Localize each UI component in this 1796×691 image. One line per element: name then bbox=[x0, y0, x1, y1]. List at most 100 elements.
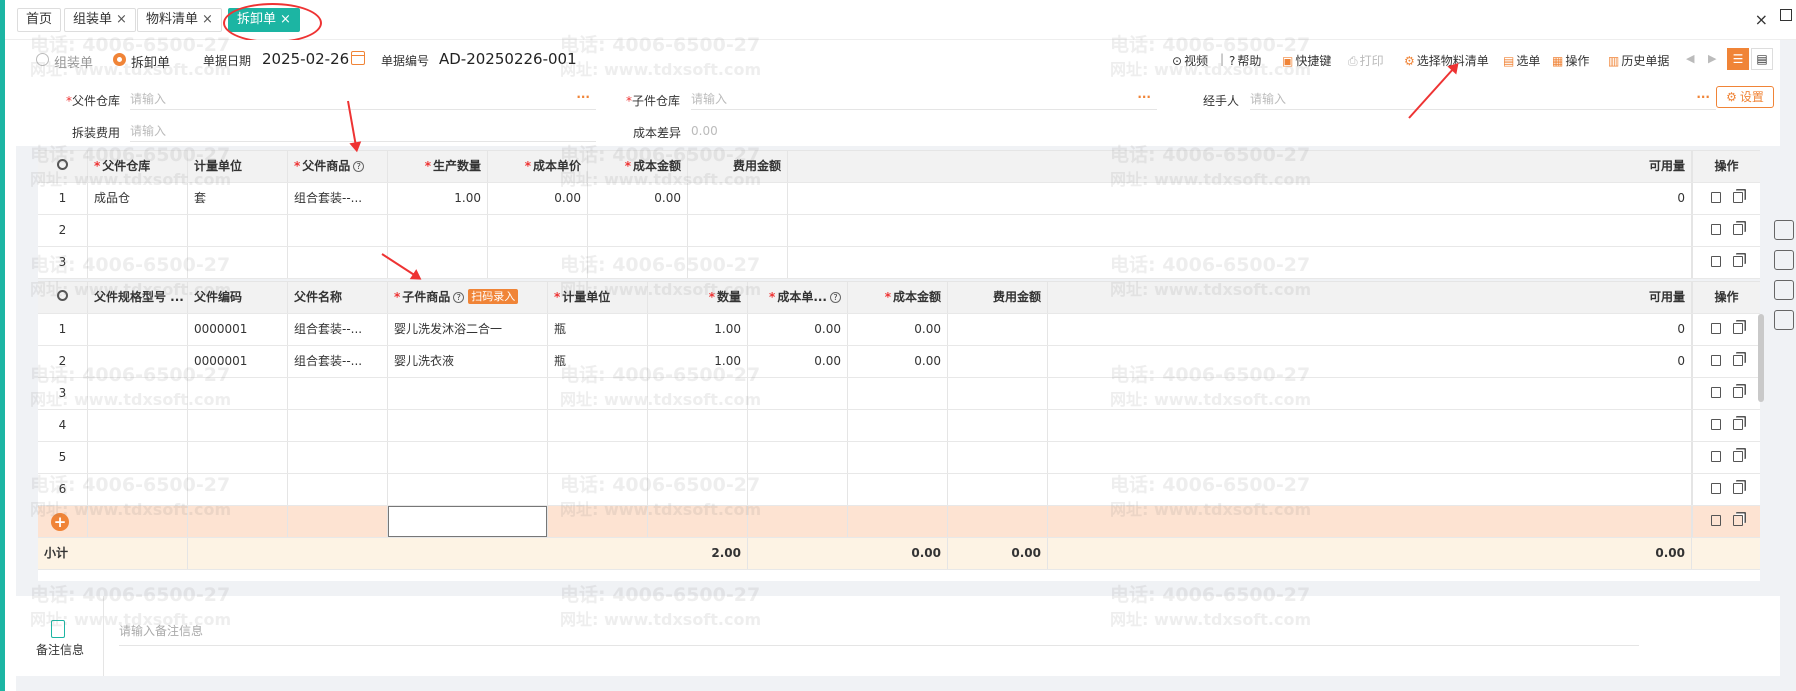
delete-icon[interactable] bbox=[1710, 515, 1721, 526]
cell-unit[interactable]: 瓶 bbox=[548, 346, 648, 377]
cell-code[interactable] bbox=[188, 506, 288, 537]
cell-spec[interactable] bbox=[88, 410, 188, 441]
cell-available[interactable] bbox=[788, 215, 1692, 246]
cell-name[interactable]: 组合套装--... bbox=[288, 346, 388, 377]
cell-child[interactable] bbox=[388, 410, 548, 441]
cell-cost_amount[interactable]: 0.00 bbox=[848, 346, 948, 377]
cell-qty[interactable]: 1.00 bbox=[388, 183, 488, 214]
tab-home[interactable]: 首页 bbox=[17, 8, 62, 32]
cell-code[interactable] bbox=[188, 442, 288, 473]
cell-unit_cost[interactable] bbox=[748, 442, 848, 473]
cell-no[interactable]: 4 bbox=[38, 410, 88, 441]
cell-code[interactable] bbox=[188, 378, 288, 409]
cell-fee[interactable] bbox=[948, 410, 1048, 441]
cell-no[interactable]: 3 bbox=[38, 378, 88, 409]
delete-icon[interactable] bbox=[1710, 256, 1721, 267]
cell-unit_cost[interactable] bbox=[488, 215, 588, 246]
cell-no[interactable]: 5 bbox=[38, 442, 88, 473]
cell-unit[interactable] bbox=[548, 442, 648, 473]
cell-no[interactable]: 3 bbox=[38, 247, 88, 278]
tool-icon[interactable] bbox=[1774, 280, 1794, 300]
gear-icon[interactable] bbox=[57, 159, 68, 170]
copy-icon[interactable] bbox=[1732, 387, 1743, 398]
cell-unit[interactable] bbox=[548, 378, 648, 409]
cell-warehouse[interactable]: 成品仓 bbox=[88, 183, 188, 214]
cell-unit_cost[interactable] bbox=[748, 474, 848, 505]
cell-goods[interactable]: 组合套装--... bbox=[288, 183, 388, 214]
cell-available[interactable]: 0 bbox=[1048, 346, 1692, 377]
cell-qty[interactable] bbox=[388, 247, 488, 278]
cell-no[interactable]: 1 bbox=[38, 314, 88, 345]
operation-button[interactable]: ▦ 操作 bbox=[1552, 52, 1589, 69]
table-row[interactable]: 3 bbox=[38, 247, 1760, 279]
cell-no[interactable]: 6 bbox=[38, 474, 88, 505]
radio-disassembly[interactable] bbox=[113, 53, 126, 66]
new-row[interactable]: + bbox=[38, 506, 1760, 538]
fee-input[interactable]: 请输入 bbox=[130, 122, 596, 142]
cell-no[interactable]: 2 bbox=[38, 215, 88, 246]
cell-fee[interactable] bbox=[688, 183, 788, 214]
cell-fee[interactable] bbox=[688, 215, 788, 246]
cell-cost_amount[interactable] bbox=[848, 506, 948, 537]
column-settings[interactable] bbox=[38, 282, 88, 313]
help-icon[interactable]: ? bbox=[453, 292, 465, 303]
column-settings[interactable] bbox=[38, 151, 88, 182]
more-icon[interactable]: ··· bbox=[1137, 88, 1151, 106]
cell-child[interactable] bbox=[388, 442, 548, 473]
cell-no[interactable]: 2 bbox=[38, 346, 88, 377]
handler-input[interactable]: 请输入 ··· bbox=[1250, 90, 1716, 110]
cell-spec[interactable] bbox=[88, 314, 188, 345]
copy-icon[interactable] bbox=[1732, 192, 1743, 203]
chat-icon[interactable] bbox=[1774, 220, 1794, 240]
history-button[interactable]: ▥ 历史单据 bbox=[1608, 52, 1669, 69]
next-arrow-icon[interactable]: ▶ bbox=[1708, 52, 1716, 65]
cell-unit[interactable] bbox=[188, 215, 288, 246]
more-icon[interactable]: ··· bbox=[576, 88, 590, 106]
table-row[interactable]: 2 0000001 组合套装--... 婴儿洗衣液瓶 1.00 0.00 0.00 0 bbox=[38, 346, 1760, 378]
cell-spec[interactable] bbox=[88, 506, 188, 537]
link-icon[interactable] bbox=[1774, 250, 1794, 270]
copy-icon[interactable] bbox=[1732, 355, 1743, 366]
cell-code[interactable]: 0000001 bbox=[188, 346, 288, 377]
cell-unit_cost[interactable] bbox=[748, 378, 848, 409]
table-row[interactable]: 6 bbox=[38, 474, 1760, 506]
cell-name[interactable] bbox=[288, 474, 388, 505]
cell-unit_cost[interactable]: 0.00 bbox=[748, 314, 848, 345]
cell-child[interactable]: 婴儿洗衣液 bbox=[388, 346, 548, 377]
delete-icon[interactable] bbox=[1710, 192, 1721, 203]
cell-no[interactable]: 1 bbox=[38, 183, 88, 214]
cell-unit[interactable] bbox=[548, 506, 648, 537]
edit-icon[interactable] bbox=[1774, 310, 1794, 330]
cell-code[interactable]: 0000001 bbox=[188, 314, 288, 345]
cell-spec[interactable] bbox=[88, 378, 188, 409]
help-button[interactable]: ? 帮助 bbox=[1229, 52, 1261, 69]
close-icon[interactable]: × bbox=[202, 12, 213, 27]
delete-icon[interactable] bbox=[1710, 451, 1721, 462]
cell-fee[interactable] bbox=[688, 247, 788, 278]
cell-available[interactable]: 0 bbox=[1048, 314, 1692, 345]
cell-warehouse[interactable] bbox=[88, 247, 188, 278]
remark-input[interactable]: 请输入备注信息 bbox=[119, 620, 1639, 646]
cell-unit[interactable] bbox=[188, 247, 288, 278]
cell-name[interactable] bbox=[288, 378, 388, 409]
select-doc-button[interactable]: ▤ 选单 bbox=[1503, 52, 1540, 69]
cell-qty[interactable] bbox=[648, 442, 748, 473]
cell-code[interactable] bbox=[188, 410, 288, 441]
cell-available[interactable] bbox=[1048, 410, 1692, 441]
fullscreen-icon[interactable] bbox=[1780, 9, 1792, 21]
cell-qty[interactable] bbox=[648, 474, 748, 505]
cell-spec[interactable] bbox=[88, 442, 188, 473]
child-goods-input[interactable] bbox=[388, 506, 547, 537]
window-close-icon[interactable]: × bbox=[1755, 10, 1768, 29]
tab-bom[interactable]: 物料清单 × bbox=[137, 8, 222, 32]
close-icon[interactable]: × bbox=[116, 12, 127, 27]
radio-disassembly-label[interactable]: 拆卸单 bbox=[131, 52, 170, 71]
table-row[interactable]: 3 bbox=[38, 378, 1760, 410]
cell-cost_amount[interactable] bbox=[588, 215, 688, 246]
date-value[interactable]: 2025-02-26 bbox=[262, 50, 349, 68]
cell-name[interactable] bbox=[288, 442, 388, 473]
cell-qty[interactable] bbox=[648, 378, 748, 409]
help-icon[interactable]: ? bbox=[353, 161, 365, 172]
delete-icon[interactable] bbox=[1710, 483, 1721, 494]
cell-qty[interactable] bbox=[388, 215, 488, 246]
